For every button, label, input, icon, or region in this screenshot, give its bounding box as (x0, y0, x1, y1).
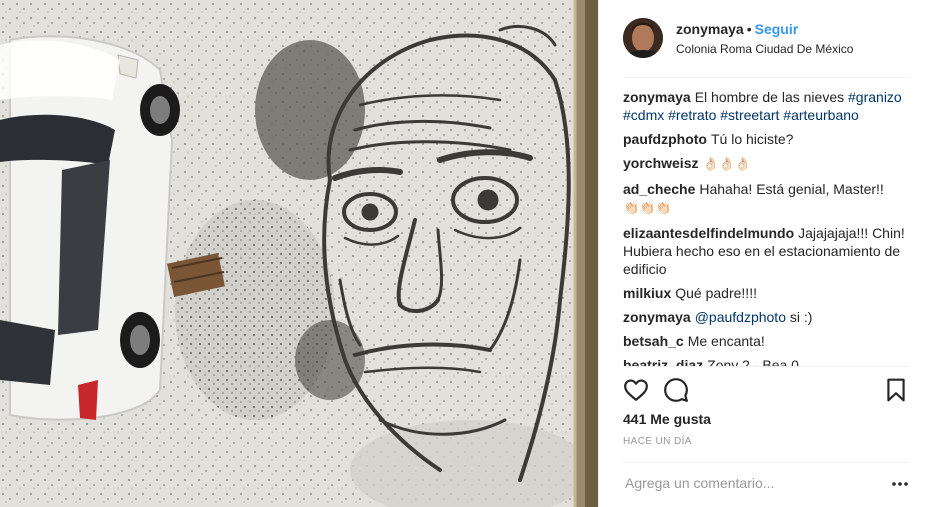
speech-bubble-icon[interactable] (663, 377, 689, 403)
hashtag-link[interactable]: #streetart (720, 107, 779, 123)
comments-list[interactable]: zonymaya El hombre de las nieves #granizo… (623, 88, 911, 366)
hashtag-link[interactable]: #retrato (668, 107, 716, 123)
comment-input[interactable] (625, 472, 875, 494)
comment-text: Tú lo hiciste? (710, 131, 794, 147)
post-location[interactable]: Colonia Roma Ciudad De México (676, 42, 853, 56)
comment-text: Zony 2 - Bea 0 (707, 357, 799, 366)
snow-art-photo (0, 0, 598, 507)
separator-dot: • (746, 21, 752, 37)
likes-count[interactable]: 441 Me gusta (623, 411, 711, 427)
mention-link[interactable]: @paufdzphoto (695, 309, 786, 325)
comment-username[interactable]: beatriz_diaz (623, 357, 703, 366)
comment-emoji: 👏🏻👏🏻👏🏻 (623, 201, 672, 216)
comment-username[interactable]: elizaantesdelfindelmundo (623, 225, 794, 241)
comment-item: elizaantesdelfindelmundo Jajajajaja!!! Ch… (623, 224, 911, 278)
post-side-panel: zonymaya • Seguir Colonia Roma Ciudad De M… (598, 0, 933, 507)
comment-text: Hahaha! Está genial, Master!! (699, 181, 884, 197)
caption-text: El hombre de las nieves (694, 89, 845, 105)
caption: zonymaya El hombre de las nieves #granizo… (623, 88, 911, 124)
comment-item: yorchweisz 👌🏻👌🏻👌🏻 (623, 154, 911, 174)
comment-username[interactable]: yorchweisz (623, 155, 698, 171)
author-line: zonymaya • Seguir (676, 21, 798, 37)
comment-item: betsah_c Me encanta! (623, 332, 911, 350)
author-username[interactable]: zonymaya (676, 21, 744, 37)
post-actions: 441 Me gusta HACE UN DÍA (623, 366, 909, 462)
comment-text: Qué padre!!!! (675, 285, 757, 301)
post-header: zonymaya • Seguir Colonia Roma Ciudad De M… (623, 16, 909, 78)
comment-username[interactable]: zonymaya (623, 309, 691, 325)
hashtag-link[interactable]: #arteurbano (783, 107, 859, 123)
hashtag-link[interactable]: #cdmx (623, 107, 664, 123)
follow-button[interactable]: Seguir (755, 21, 799, 37)
post-timestamp[interactable]: HACE UN DÍA (623, 436, 692, 447)
avatar-image (623, 18, 663, 58)
ellipsis-icon[interactable] (891, 475, 909, 491)
comment-text: 👌🏻👌🏻👌🏻 (702, 157, 752, 172)
hashtag-link[interactable]: #granizo (848, 89, 902, 105)
post-photo[interactable] (0, 0, 598, 507)
comment-item: zonymaya @paufdzphoto si :) (623, 308, 911, 326)
author-avatar[interactable] (623, 18, 663, 58)
heart-outline-icon[interactable] (623, 377, 649, 403)
comment-username[interactable]: betsah_c (623, 333, 684, 349)
comment-text: si :) (789, 309, 813, 325)
comment-text: Me encanta! (687, 333, 765, 349)
comment-username[interactable]: milkiux (623, 285, 671, 301)
comment-item: milkiux Qué padre!!!! (623, 284, 911, 302)
caption-username[interactable]: zonymaya (623, 89, 691, 105)
comment-item: beatriz_diaz Zony 2 - Bea 0 (623, 356, 911, 366)
add-comment-bar (623, 462, 909, 507)
comment-item: ad_cheche Hahaha! Está genial, Master!! 👏… (623, 180, 911, 218)
bookmark-icon[interactable] (883, 377, 909, 403)
comment-username[interactable]: paufdzphoto (623, 131, 707, 147)
comment-username[interactable]: ad_cheche (623, 181, 695, 197)
comment-item: paufdzphoto Tú lo hiciste? (623, 130, 911, 148)
